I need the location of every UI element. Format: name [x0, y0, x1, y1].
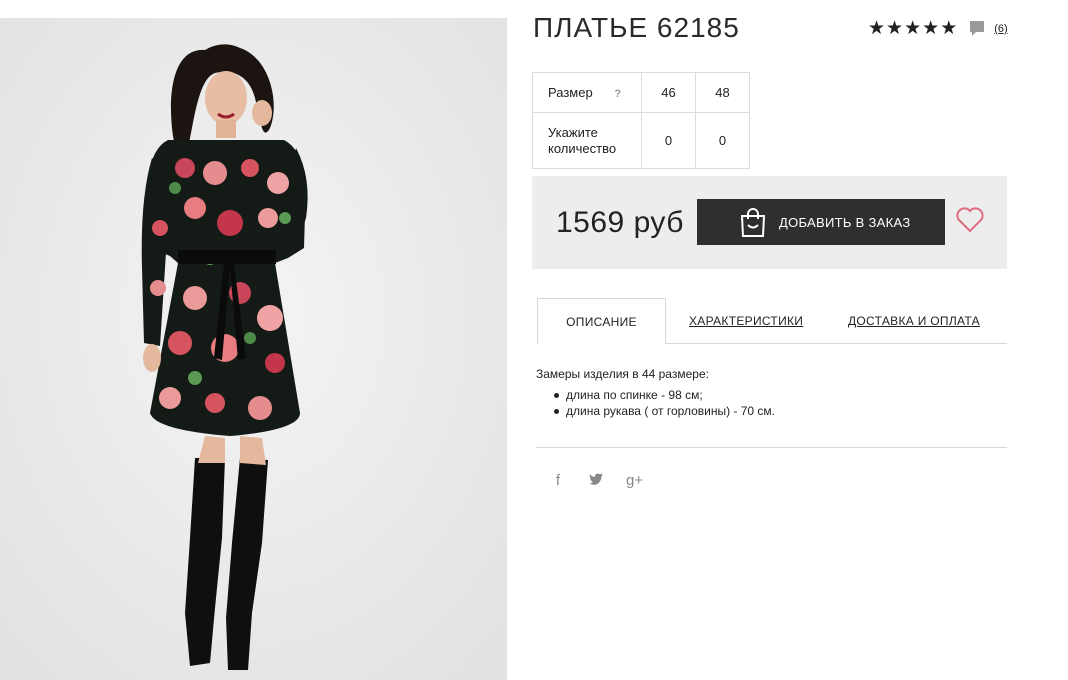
heart-icon[interactable]: [956, 207, 984, 233]
product-title: ПЛАТЬЕ 62185: [533, 12, 740, 43]
buy-box: 1569 руб ДОБАВИТЬ В ЗАКАЗ: [532, 176, 1007, 269]
quantity-input-48[interactable]: 0: [695, 112, 750, 169]
star-icon[interactable]: ★: [868, 19, 885, 39]
star-icon[interactable]: ★: [922, 19, 939, 39]
reviews-link[interactable]: (6): [994, 23, 1007, 35]
size-table: Размер ? 46 48 Укажите количество 0 0: [532, 72, 750, 169]
rating-stars[interactable]: ★ ★ ★ ★ ★: [868, 19, 957, 39]
comment-icon[interactable]: [969, 20, 985, 38]
tab-description[interactable]: ОПИСАНИЕ: [537, 298, 666, 345]
price: 1569 руб: [556, 206, 684, 239]
star-icon[interactable]: ★: [904, 19, 921, 39]
description: Замеры изделия в 44 размере: длина по сп…: [536, 367, 775, 419]
dress-model-image: [0, 18, 507, 680]
quantity-label-line1: Укажите: [548, 124, 598, 140]
size-row: Размер ? 46 48: [532, 72, 750, 113]
facebook-icon[interactable]: f: [550, 472, 566, 489]
product-photo: [0, 18, 507, 680]
rating: ★ ★ ★ ★ ★ (6): [868, 19, 1008, 39]
list-item: длина рукава ( от горловины) - 70 см.: [554, 403, 775, 419]
tab-characteristics[interactable]: ХАРАКТЕРИСТИКИ: [689, 298, 803, 344]
description-intro: Замеры изделия в 44 размере:: [536, 367, 709, 381]
divider: [536, 447, 1007, 448]
star-icon[interactable]: ★: [886, 19, 903, 39]
twitter-icon[interactable]: [588, 472, 604, 489]
size-option-48: 48: [695, 72, 750, 113]
quantity-label-line2: количество: [548, 140, 617, 156]
size-help-icon[interactable]: ?: [614, 88, 621, 100]
size-label: Размер: [548, 85, 593, 100]
social-share: f g+: [550, 472, 643, 489]
add-to-order-label: ДОБАВИТЬ В ЗАКАЗ: [779, 214, 911, 230]
google-plus-icon[interactable]: g+: [626, 472, 643, 489]
description-list: длина по спинке - 98 см; длина рукава ( …: [536, 387, 775, 419]
add-to-order-button[interactable]: ДОБАВИТЬ В ЗАКАЗ: [697, 199, 945, 245]
quantity-input-46[interactable]: 0: [641, 112, 696, 169]
quantity-label-cell: Укажите количество: [532, 112, 642, 169]
list-item: длина по спинке - 98 см;: [554, 387, 775, 403]
size-option-46: 46: [641, 72, 696, 113]
quantity-row: Укажите количество 0 0: [532, 112, 750, 169]
product-tabs: ОПИСАНИЕ ХАРАКТЕРИСТИКИ ДОСТАВКА И ОПЛАТ…: [537, 298, 1007, 345]
size-label-cell: Размер ?: [532, 72, 642, 113]
shopping-bag-icon: [740, 208, 766, 237]
tab-delivery-payment[interactable]: ДОСТАВКА И ОПЛАТА: [848, 298, 980, 344]
star-icon[interactable]: ★: [940, 19, 957, 39]
